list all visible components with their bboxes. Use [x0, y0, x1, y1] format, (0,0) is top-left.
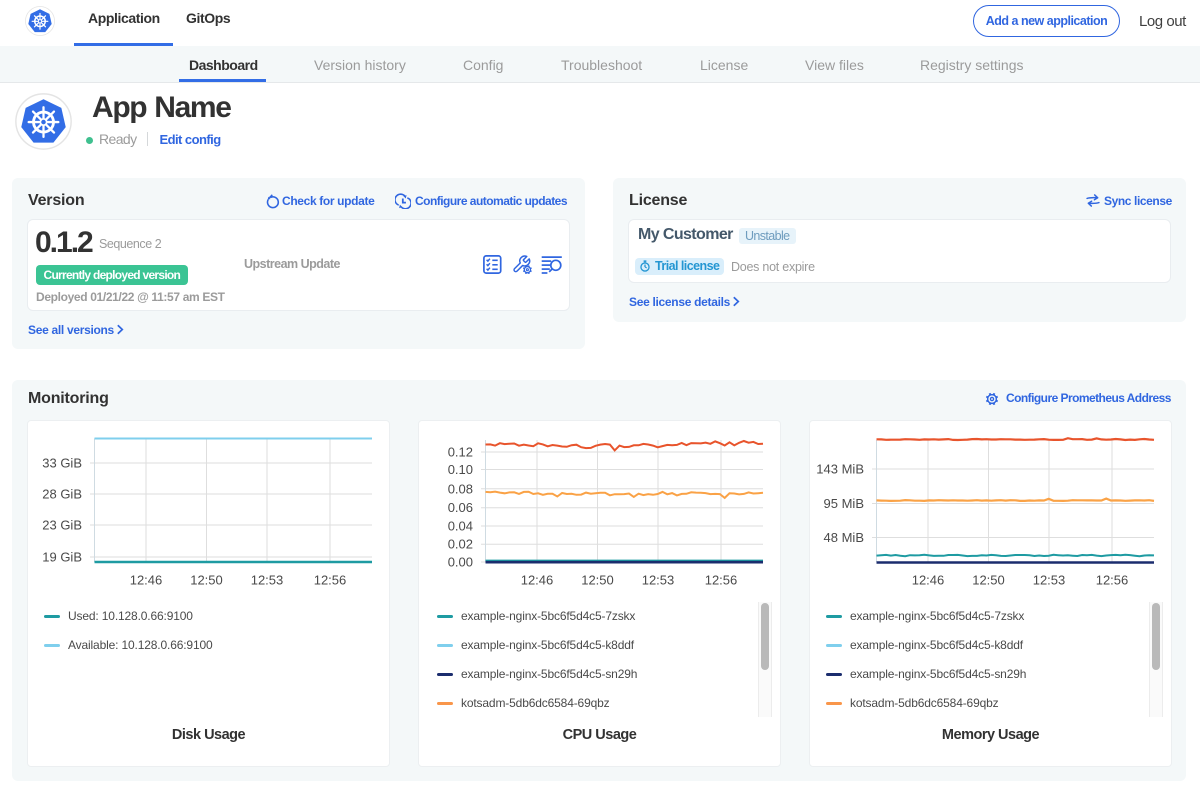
svg-text:0.02: 0.02: [448, 537, 473, 552]
svg-text:12:53: 12:53: [1033, 573, 1066, 588]
svg-text:12:46: 12:46: [521, 573, 554, 588]
svg-text:0.08: 0.08: [448, 481, 473, 496]
svg-text:23 GiB: 23 GiB: [42, 518, 82, 533]
svg-text:12:56: 12:56: [705, 573, 738, 588]
svg-text:0.06: 0.06: [448, 500, 473, 515]
svg-text:0.10: 0.10: [448, 462, 473, 477]
svg-text:12:50: 12:50: [190, 573, 223, 588]
svg-text:12:53: 12:53: [251, 573, 284, 588]
svg-text:28 GiB: 28 GiB: [42, 487, 82, 502]
svg-text:12:50: 12:50: [581, 573, 614, 588]
svg-text:33 GiB: 33 GiB: [42, 456, 82, 471]
svg-text:12:50: 12:50: [972, 573, 1005, 588]
svg-text:0.00: 0.00: [448, 555, 473, 570]
svg-text:95 MiB: 95 MiB: [824, 496, 864, 511]
svg-text:12:46: 12:46: [130, 573, 163, 588]
svg-text:12:53: 12:53: [642, 573, 675, 588]
svg-text:19 GiB: 19 GiB: [42, 550, 82, 565]
svg-text:12:46: 12:46: [912, 573, 945, 588]
svg-text:0.12: 0.12: [448, 445, 473, 460]
svg-text:12:56: 12:56: [1096, 573, 1129, 588]
svg-text:143 MiB: 143 MiB: [816, 462, 864, 477]
svg-text:0.04: 0.04: [448, 519, 473, 534]
svg-text:48 MiB: 48 MiB: [824, 530, 864, 545]
svg-text:12:56: 12:56: [314, 573, 347, 588]
